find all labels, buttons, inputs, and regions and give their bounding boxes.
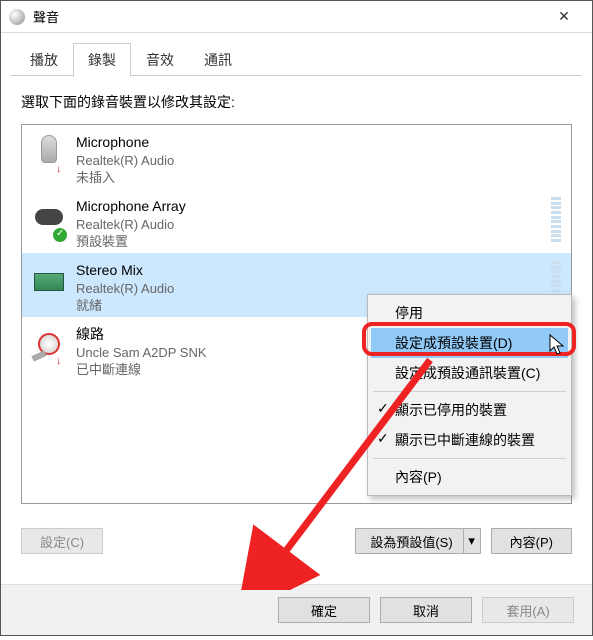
menu-set-default[interactable]: 設定成預設裝置(D) xyxy=(371,328,568,358)
cancel-button[interactable]: 取消 xyxy=(380,597,472,623)
tab-comm[interactable]: 通訊 xyxy=(189,43,247,76)
device-desc: Realtek(R) Audio xyxy=(76,216,543,234)
lower-button-row: 設定(C) 設為預設值(S) ▾ 內容(P) xyxy=(1,514,592,562)
titlebar: 聲音 ✕ xyxy=(1,1,592,33)
menu-set-default-comm[interactable]: 設定成預設通訊裝置(C) xyxy=(371,358,568,388)
set-default-dropdown[interactable]: ▾ xyxy=(463,528,481,554)
sound-card-icon xyxy=(32,263,66,305)
device-row-microphone[interactable]: Microphone Realtek(R) Audio 未插入 xyxy=(22,125,571,189)
device-row-mic-array[interactable]: Microphone Array Realtek(R) Audio 預設裝置 xyxy=(22,189,571,253)
set-default-button[interactable]: 設為預設值(S) xyxy=(355,528,462,554)
menu-properties[interactable]: 內容(P) xyxy=(371,462,568,492)
chevron-down-icon: ▾ xyxy=(468,533,475,549)
speaker-icon xyxy=(9,9,25,25)
apply-button[interactable]: 套用(A) xyxy=(482,597,574,623)
mic-array-icon xyxy=(32,199,66,241)
properties-button[interactable]: 內容(P) xyxy=(491,528,572,554)
device-status: 未插入 xyxy=(76,169,561,187)
menu-show-disabled[interactable]: 顯示已停用的裝置 xyxy=(371,395,568,425)
dialog-footer: 確定 取消 套用(A) xyxy=(1,584,592,635)
tab-effects[interactable]: 音效 xyxy=(131,43,189,76)
level-meter xyxy=(551,197,561,242)
tab-strip: 播放 錄製 音效 通訊 xyxy=(1,33,592,76)
window-title: 聲音 xyxy=(33,7,544,26)
set-default-split-button[interactable]: 設為預設值(S) ▾ xyxy=(355,528,480,554)
microphone-icon xyxy=(32,135,66,177)
device-name: Microphone Array xyxy=(76,197,543,216)
menu-disable[interactable]: 停用 xyxy=(371,298,568,328)
device-name: Stereo Mix xyxy=(76,261,543,280)
device-name: Microphone xyxy=(76,133,561,152)
device-desc: Realtek(R) Audio xyxy=(76,152,561,170)
instruction-text: 選取下面的錄音裝置以修改其設定: xyxy=(21,92,572,112)
context-menu: 停用 設定成預設裝置(D) 設定成預設通訊裝置(C) 顯示已停用的裝置 顯示已中… xyxy=(367,294,572,496)
device-status: 預設裝置 xyxy=(76,233,543,251)
configure-button[interactable]: 設定(C) xyxy=(21,528,103,554)
line-in-icon xyxy=(32,327,66,369)
tab-recording[interactable]: 錄製 xyxy=(73,43,131,77)
ok-button[interactable]: 確定 xyxy=(278,597,370,623)
close-button[interactable]: ✕ xyxy=(544,3,584,31)
menu-separator xyxy=(373,391,566,392)
menu-show-disconnected[interactable]: 顯示已中斷連線的裝置 xyxy=(371,425,568,455)
menu-separator xyxy=(373,458,566,459)
tab-playback[interactable]: 播放 xyxy=(15,43,73,76)
